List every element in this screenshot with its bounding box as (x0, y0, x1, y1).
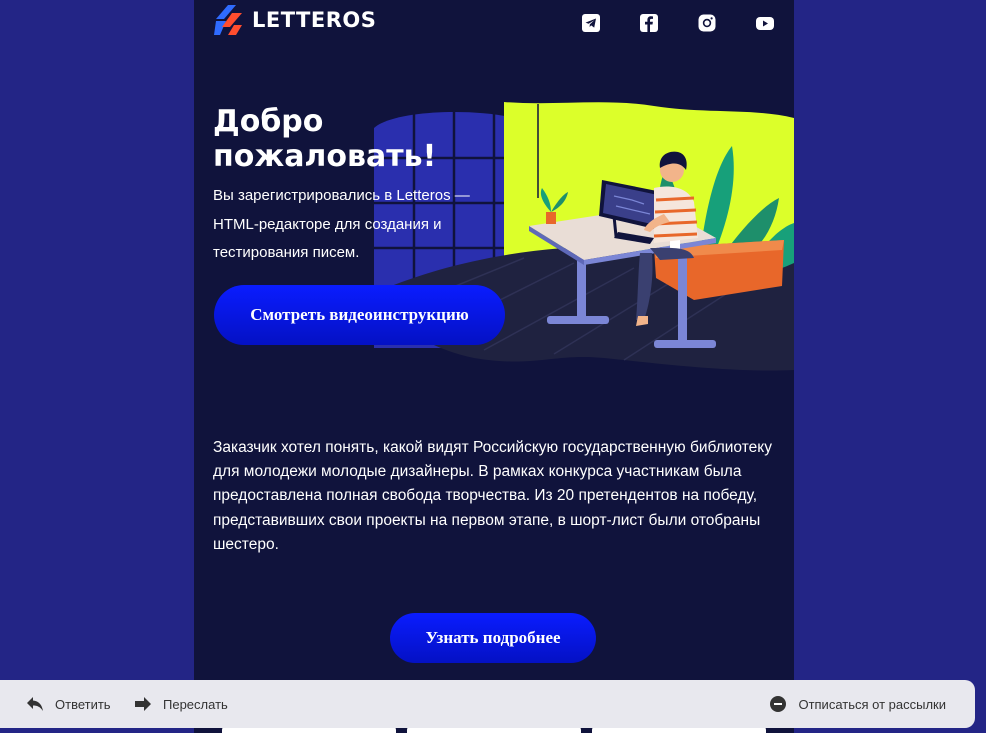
unsubscribe-label: Отписаться от рассылки (798, 696, 946, 712)
reply-label: Ответить (55, 696, 111, 712)
youtube-icon[interactable] (755, 13, 775, 33)
reply-icon (27, 697, 43, 711)
hero-title: Добро пожаловать! (213, 104, 437, 174)
learn-more-button[interactable]: Узнать подробнее (390, 613, 596, 663)
letteros-logo-icon (214, 5, 242, 35)
email-body: LETTEROS Добро пожаловать! Вы зарегистри… (194, 0, 794, 733)
facebook-icon[interactable] (639, 13, 659, 33)
reply-button[interactable]: Ответить (27, 680, 111, 728)
hero-text: Вы зарегистрировались в Letteros — HTML-… (213, 187, 470, 261)
watch-video-button[interactable]: Смотреть видеоинструкцию (214, 285, 505, 345)
unsubscribe-button[interactable]: Отписаться от рассылки (770, 680, 946, 728)
minus-circle-icon (770, 696, 787, 712)
logo-text: LETTEROS (252, 8, 377, 32)
forward-label: Переслать (163, 696, 228, 712)
content-paragraph: Заказчик хотел понять, какой видят Росси… (213, 439, 772, 553)
telegram-icon[interactable] (581, 13, 601, 33)
logo[interactable]: LETTEROS (214, 5, 376, 35)
instagram-icon[interactable] (697, 13, 717, 33)
forward-icon (135, 697, 151, 711)
mail-action-bar: Ответить Переслать Отписаться от рассылк… (0, 680, 975, 728)
forward-button[interactable]: Переслать (135, 680, 228, 728)
social-links (581, 13, 775, 33)
